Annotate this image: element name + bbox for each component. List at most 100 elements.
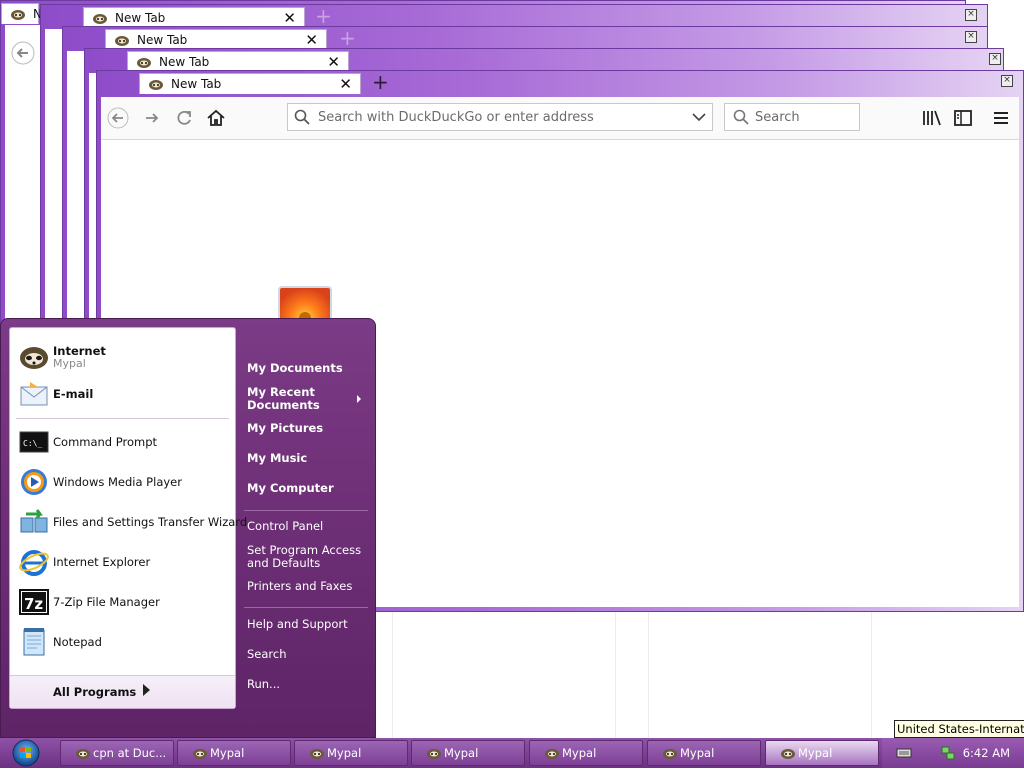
search-box[interactable] (724, 103, 860, 131)
browser-tab[interactable]: New Tab ✕ (83, 7, 305, 28)
mypal-icon (76, 749, 90, 759)
start-item-label: E-mail (53, 387, 94, 401)
start-button[interactable] (4, 739, 48, 767)
my-recent-documents-link[interactable]: My Recent Documents (247, 386, 365, 412)
mypal-icon (11, 10, 25, 20)
browser-tab[interactable]: N (1, 3, 42, 24)
taskbar-button-label: Mypal (562, 746, 597, 760)
close-tab-icon[interactable]: ✕ (339, 74, 352, 94)
media-player-icon (21, 469, 47, 495)
taskbar-button[interactable]: Mypal (294, 740, 408, 766)
library-icon[interactable] (920, 107, 942, 129)
window-close-button[interactable]: × (965, 9, 977, 21)
window-close-button[interactable]: × (989, 53, 1001, 65)
system-tray: 6:42 AM (882, 738, 1024, 768)
windows-orb-icon (12, 739, 40, 767)
taskbar-button-active[interactable]: Mypal (765, 740, 879, 766)
program-access-link[interactable]: Set Program Access and Defaults (247, 544, 365, 570)
cmd-icon-text: C:\_ (23, 439, 42, 448)
search-icon (733, 109, 749, 125)
start-item-label: Windows Media Player (53, 475, 182, 489)
back-icon[interactable] (11, 41, 35, 65)
command-prompt-icon: C:\_ (19, 431, 49, 453)
taskbar-button[interactable]: Mypal (411, 740, 525, 766)
browser-tab-active[interactable]: New Tab ✕ (139, 73, 361, 94)
mypal-icon (427, 749, 441, 759)
search-link[interactable]: Search (247, 648, 365, 661)
mypal-icon (149, 80, 163, 90)
network-icon[interactable] (940, 745, 956, 761)
start-item-internet-explorer[interactable]: Internet Explorer (10, 544, 235, 580)
close-tab-icon[interactable]: ✕ (305, 30, 318, 50)
close-tab-icon[interactable]: ✕ (327, 52, 340, 72)
search-input[interactable] (755, 108, 851, 126)
browser-tab[interactable]: New Tab ✕ (105, 29, 327, 50)
keyboard-icon[interactable] (896, 747, 912, 759)
taskbar-button[interactable]: cpn at Duc... (60, 740, 174, 766)
my-music-link[interactable]: My Music (247, 452, 365, 465)
navigation-toolbar (101, 97, 1019, 140)
dropdown-icon[interactable] (692, 111, 706, 123)
taskbar: cpn at Duc... Mypal Mypal Mypal Mypal My… (0, 738, 1024, 768)
reload-icon[interactable] (173, 107, 195, 129)
zip-icon-text: 7z (24, 595, 43, 613)
control-panel-link[interactable]: Control Panel (247, 520, 365, 533)
7zip-icon: 7z (19, 589, 49, 615)
my-pictures-link[interactable]: My Pictures (247, 422, 365, 435)
internet-explorer-icon (19, 550, 49, 576)
mypal-icon (93, 14, 107, 24)
transfer-wizard-icon (20, 509, 48, 533)
mypal-icon (137, 58, 151, 68)
taskbar-button[interactable]: Mypal (529, 740, 643, 766)
start-item-command-prompt[interactable]: C:\_ Command Prompt (10, 424, 235, 460)
submenu-arrow-icon (357, 395, 361, 403)
mypal-icon (310, 749, 324, 759)
taskbar-button[interactable]: Mypal (177, 740, 291, 766)
start-item-transfer-wizard[interactable]: Files and Settings Transfer Wizard (10, 504, 247, 540)
taskbar-button-label: Mypal (680, 746, 715, 760)
window-close-button[interactable]: × (965, 31, 977, 43)
address-bar[interactable] (287, 103, 713, 131)
start-item-media-player[interactable]: Windows Media Player (10, 464, 235, 500)
start-item-label: Internet Explorer (53, 555, 151, 569)
my-computer-link[interactable]: My Computer (247, 482, 365, 495)
start-menu-separator (244, 510, 368, 511)
new-tab-button[interactable]: + (315, 5, 332, 27)
close-tab-icon[interactable]: ✕ (283, 8, 296, 28)
tab-title: New Tab (137, 33, 188, 47)
all-programs-label: All Programs (53, 685, 137, 699)
all-programs-button[interactable]: All Programs (10, 675, 235, 708)
tab-title: New Tab (171, 77, 222, 91)
run-link[interactable]: Run... (247, 678, 365, 691)
clock[interactable]: 6:42 AM (963, 746, 1010, 760)
start-item-label: 7-Zip File Manager (53, 595, 160, 609)
sidebar-icon[interactable] (952, 107, 974, 129)
browser-tab[interactable]: New Tab ✕ (127, 51, 349, 72)
start-item-label: Notepad (53, 635, 102, 649)
tab-title: New Tab (159, 55, 210, 69)
back-icon[interactable] (107, 107, 129, 129)
mypal-icon (663, 749, 677, 759)
arrow-right-icon (143, 684, 150, 696)
language-tooltip: United States-International (894, 720, 1024, 738)
new-tab-button[interactable]: + (372, 71, 389, 93)
printers-faxes-link[interactable]: Printers and Faxes (247, 580, 365, 593)
start-item-internet[interactable]: Internet Mypal (10, 338, 235, 374)
forward-icon[interactable] (141, 107, 163, 129)
start-item-7zip[interactable]: 7z 7-Zip File Manager (10, 584, 235, 620)
start-item-sublabel: Mypal (53, 357, 86, 370)
start-menu-separator (244, 607, 368, 608)
notepad-icon (23, 628, 45, 656)
window-close-button[interactable]: × (1001, 75, 1013, 87)
start-item-email[interactable]: E-mail (10, 376, 235, 412)
url-input[interactable] (318, 108, 678, 126)
home-icon[interactable] (205, 107, 227, 129)
my-documents-link[interactable]: My Documents (247, 362, 365, 375)
start-item-notepad[interactable]: Notepad (10, 624, 235, 660)
new-tab-button[interactable]: + (339, 27, 356, 49)
menu-icon[interactable] (990, 107, 1012, 129)
taskbar-button-label: cpn at Duc... (93, 746, 167, 760)
mypal-icon (193, 749, 207, 759)
help-support-link[interactable]: Help and Support (247, 618, 365, 631)
taskbar-button[interactable]: Mypal (647, 740, 761, 766)
